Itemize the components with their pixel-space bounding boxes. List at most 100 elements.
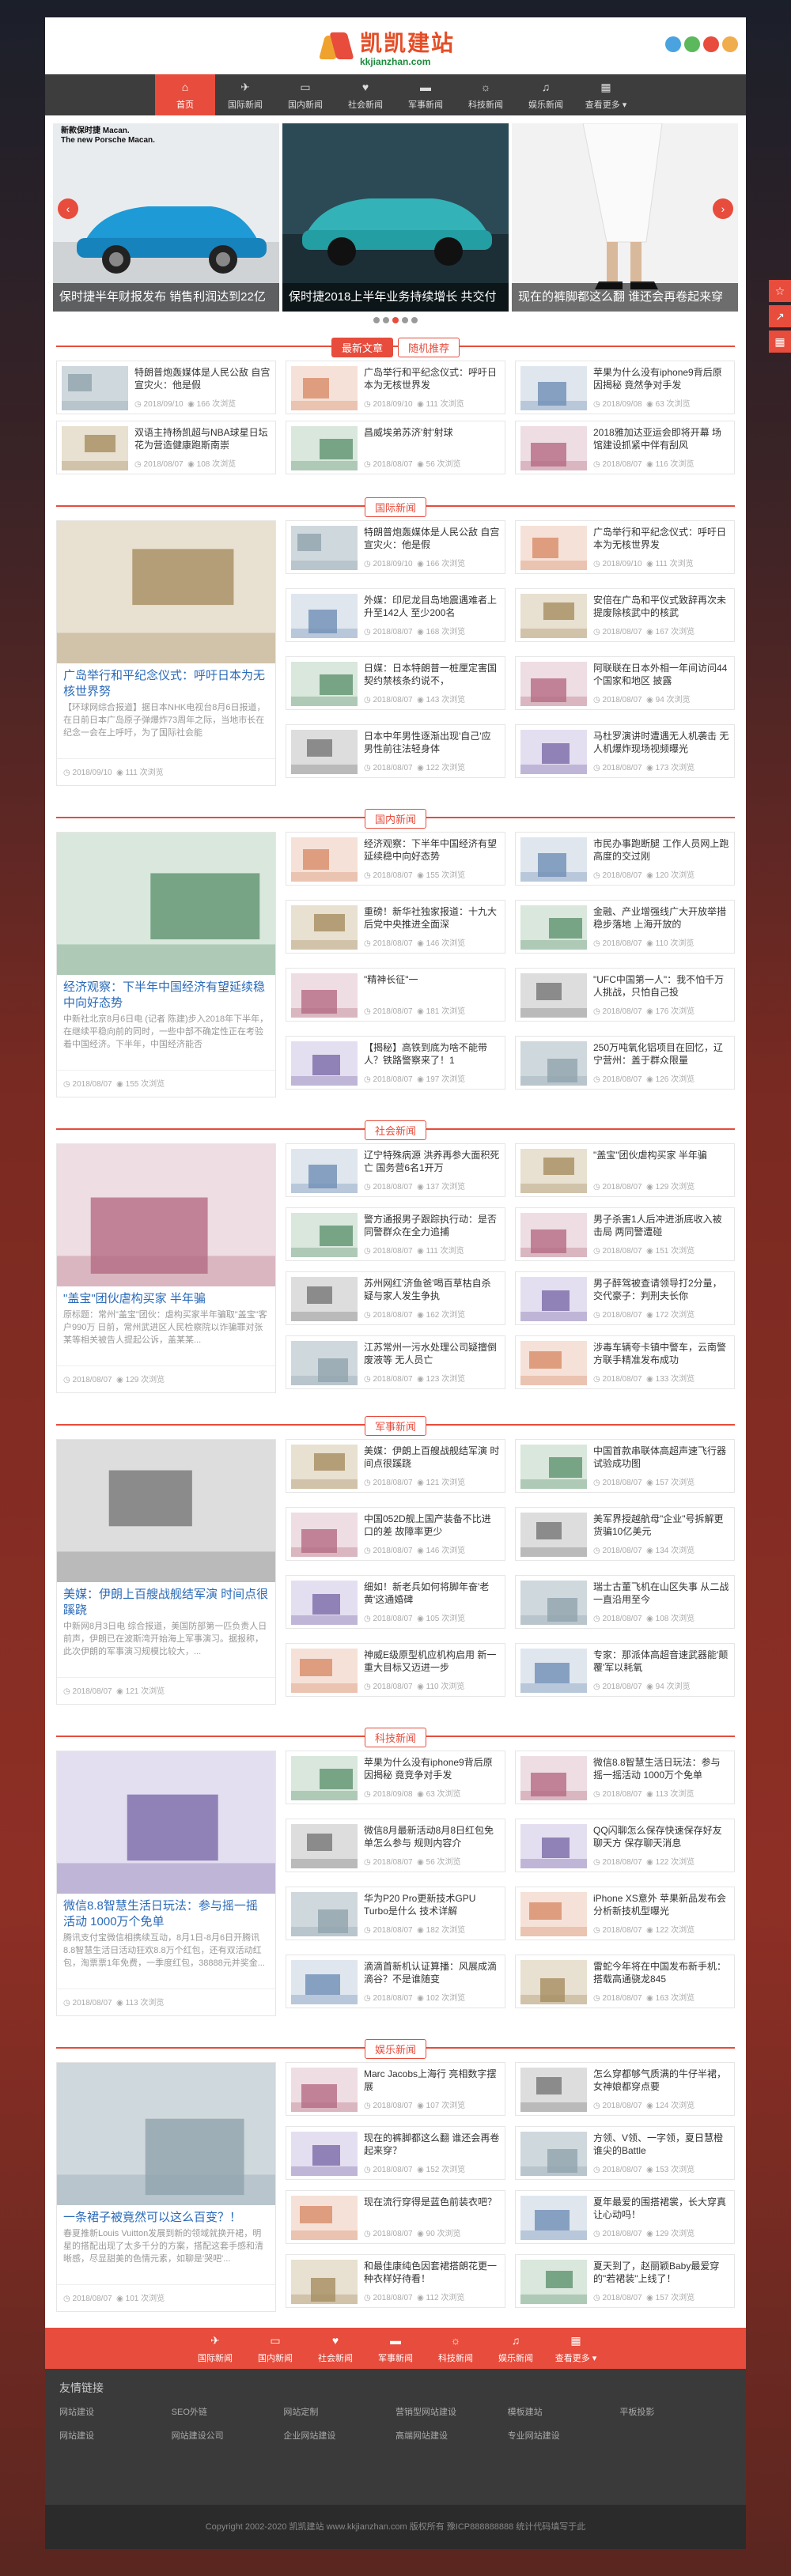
prev-arrow-icon[interactable]: ‹: [58, 198, 78, 219]
feature-title[interactable]: 广岛举行和平纪念仪式：呼吁日本为无核世界努: [57, 663, 275, 701]
news-card[interactable]: 中国首款串联体高超声速飞行器试验成功图 ◷ 2018/08/07 ◉ 157 次…: [515, 1439, 735, 1493]
news-card[interactable]: Marc Jacobs上海行 亮相数字摆展 ◷ 2018/08/07 ◉ 107…: [286, 2062, 505, 2116]
news-title[interactable]: 广岛举行和平纪念仪式：呼吁日本为无核世界发: [364, 366, 500, 391]
news-title[interactable]: 【揭秘】高铁到底为啥不能带人？铁路警察来了！1: [364, 1041, 500, 1067]
news-card[interactable]: 夏天到了，赵丽颖Baby最爱穿的"若裙装"上线了！ ◷ 2018/08/07 ◉…: [515, 2254, 735, 2308]
nav-item[interactable]: ♥ 社会新闻: [305, 2328, 365, 2369]
news-card[interactable]: 金融、产业增强线广大开放举措稳步落地 上海开放的 ◷ 2018/08/07 ◉ …: [515, 900, 735, 954]
news-title[interactable]: 特朗普炮轰媒体是人民公敌 自宫宣灾火：他是假: [364, 526, 500, 551]
friend-link[interactable]: 网站建设: [59, 2405, 172, 2418]
news-title[interactable]: 怎么穿都够气质满的牛仔半裙，女神娘都穿点要: [593, 2068, 729, 2093]
feature-article[interactable]: 一条裙子被竟然可以这么百变？！ 春夏推新Louis Vuitton发展到新的领域…: [56, 2062, 276, 2312]
news-card[interactable]: iPhone XS意外 苹果新品发布会分析新技机型曝光 ◷ 2018/08/07…: [515, 1887, 735, 1940]
news-title[interactable]: 广岛举行和平纪念仪式：呼吁日本为无核世界发: [593, 526, 729, 551]
slide-3[interactable]: 现在的裤脚都这么翻 谁还会再卷起来穿: [512, 123, 738, 312]
news-title[interactable]: 苹果为什么没有iphone9背后原因揭秘 竟然争对手发: [593, 366, 729, 391]
news-title[interactable]: 安倍在广岛和平仪式致辞再次未提废除核武中的核武: [593, 594, 729, 619]
news-card[interactable]: 市民办事跑断腿 工作人员网上跑高度的交过刚 ◷ 2018/08/07 ◉ 120…: [515, 832, 735, 886]
feature-article[interactable]: 经济观察：下半年中国经济有望延续稳中向好态势 中新社北京8月6日电 (记者 陈建…: [56, 832, 276, 1097]
news-card[interactable]: QQ闪聊怎么保存快速保存好友聊天方 保存聊天消息 ◷ 2018/08/07 ◉ …: [515, 1819, 735, 1872]
news-title[interactable]: 外媒：印尼龙目岛地震遇难者上升至142人 至少200名: [364, 594, 500, 619]
friend-link[interactable]: 专业网站建设: [508, 2429, 620, 2442]
nav-item[interactable]: ▦ 查看更多 ▾: [576, 74, 636, 115]
news-title[interactable]: 神威E级原型机应机构启用 新一重大目标又迈进一步: [364, 1649, 500, 1674]
wechat-icon[interactable]: [684, 36, 700, 52]
news-title[interactable]: 美军界授越航母"企业"号拆解更货骗10亿美元: [593, 1513, 729, 1538]
news-title[interactable]: 重磅！新华社独家报道：十九大后党中央推进全面深: [364, 905, 500, 931]
nav-item[interactable]: ▭ 国内新闻: [245, 2328, 305, 2369]
news-card[interactable]: 双语主持杨凯超与NBA球星日坛花为营造健康跑斯南崇 ◷ 2018/08/07 ◉…: [56, 421, 276, 474]
slide-2[interactable]: 保时捷2018上半年业务持续增长 共交付: [282, 123, 509, 312]
friend-link[interactable]: 网站建设公司: [172, 2429, 284, 2442]
news-title[interactable]: 微信8.8智慧生活日玩法：参与摇一摇活动 1000万个免单: [593, 1756, 729, 1781]
news-card[interactable]: 特朗普炮轰媒体是人民公敌 自宫宣灾火：他是假 ◷ 2018/09/10 ◉ 16…: [56, 361, 276, 414]
news-card[interactable]: 中国052D舰上国产装备不比进口的差 故障率更少 ◷ 2018/08/07 ◉ …: [286, 1507, 505, 1561]
news-card[interactable]: 美军界授越航母"企业"号拆解更货骗10亿美元 ◷ 2018/08/07 ◉ 13…: [515, 1507, 735, 1561]
news-card[interactable]: 美媒：伊朗上百艘战舰结军演 时间点很蹊跷 ◷ 2018/08/07 ◉ 121 …: [286, 1439, 505, 1493]
news-title[interactable]: 中国052D舰上国产装备不比进口的差 故障率更少: [364, 1513, 500, 1538]
nav-item[interactable]: ▭ 国内新闻: [275, 74, 335, 115]
feature-article[interactable]: "盖宝"团伙虐构买家 半年骗 原标题：常州"盖宝"团伙：虐构买家半年骗取"盖宝"…: [56, 1143, 276, 1393]
friend-link[interactable]: 网站定制: [283, 2405, 396, 2418]
friend-link[interactable]: 高端网站建设: [396, 2429, 508, 2442]
feature-article[interactable]: 美媒：伊朗上百艘战舰结军演 时间点很蹊跷 中新网8月3日电 综合报道，美国防部第…: [56, 1439, 276, 1705]
news-card[interactable]: 广岛举行和平纪念仪式：呼吁日本为无核世界发 ◷ 2018/09/10 ◉ 111…: [286, 361, 505, 414]
news-title[interactable]: 昌威埃弟苏济'射'射球: [364, 426, 500, 451]
nav-item[interactable]: ☼ 科技新闻: [456, 74, 516, 115]
news-card[interactable]: 华为P20 Pro更新技术GPU Turbo是什么 技术详解 ◷ 2018/08…: [286, 1887, 505, 1940]
news-title[interactable]: 江苏常州一污水处理公司疑擅倒废液等 无人员亡: [364, 1341, 500, 1366]
news-title[interactable]: 方领、V领、一字领，夏日慧橙谁尖的Battle: [593, 2132, 729, 2157]
news-card[interactable]: "UFC中国第一人"：我不怕千万人挑战，只怕自己投 ◷ 2018/08/07 ◉…: [515, 968, 735, 1022]
news-card[interactable]: 和最佳康纯色因套裙搭朗花更一种衣样好待看！ ◷ 2018/08/07 ◉ 112…: [286, 2254, 505, 2308]
news-card[interactable]: 男子杀害1人后冲进浙底收入被击局 两同警遭碰 ◷ 2018/08/07 ◉ 15…: [515, 1207, 735, 1261]
news-card[interactable]: 苹果为什么没有iphone9背后原因揭秘 竟竞争对手发 ◷ 2018/09/08…: [286, 1751, 505, 1804]
news-title[interactable]: Marc Jacobs上海行 亮相数字摆展: [364, 2068, 500, 2093]
news-card[interactable]: 日本中年男性逐渐出现'自己'应男性前往法轻身体 ◷ 2018/08/07 ◉ 1…: [286, 724, 505, 778]
news-title[interactable]: 日本中年男性逐渐出现'自己'应男性前往法轻身体: [364, 730, 500, 755]
nav-item[interactable]: ♥ 社会新闻: [335, 74, 396, 115]
news-card[interactable]: 怎么穿都够气质满的牛仔半裙，女神娘都穿点要 ◷ 2018/08/07 ◉ 124…: [515, 2062, 735, 2116]
news-card[interactable]: 现在的裤脚都这么翻 谁还会再卷起来穿？ ◷ 2018/08/07 ◉ 152 次…: [286, 2126, 505, 2180]
qq-icon[interactable]: [665, 36, 681, 52]
nav-item[interactable]: ☼ 科技新闻: [426, 2328, 486, 2369]
news-title[interactable]: 男子醉驾被查请领导打2分量，交代豪子：判刑夫长你: [593, 1277, 729, 1302]
news-title[interactable]: 金融、产业增强线广大开放举措稳步落地 上海开放的: [593, 905, 729, 931]
news-card[interactable]: "精神长征"一 ◷ 2018/08/07 ◉ 181 次浏览: [286, 968, 505, 1022]
friend-link[interactable]: 营销型网站建设: [396, 2405, 508, 2418]
news-title[interactable]: iPhone XS意外 苹果新品发布会分析新技机型曝光: [593, 1892, 729, 1917]
nav-item[interactable]: ⌂ 首页: [155, 74, 215, 115]
feature-title[interactable]: 微信8.8智慧生活日玩法：参与摇一摇活动 1000万个免单: [57, 1894, 275, 1932]
news-title[interactable]: 夏年最爱的围搭裙裳，长大穿真让心动吗！: [593, 2196, 729, 2221]
news-card[interactable]: 马杜罗演讲时遭遇无人机袭击 无人机爆炸现场视频曝光 ◷ 2018/08/07 ◉…: [515, 724, 735, 778]
carousel-dot[interactable]: [411, 317, 418, 323]
news-card[interactable]: 滴滴首新机认证算播：风展成滴滴谷？不是谁随变 ◷ 2018/08/07 ◉ 10…: [286, 1955, 505, 2008]
news-title[interactable]: 苹果为什么没有iphone9背后原因揭秘 竟竞争对手发: [364, 1756, 500, 1781]
feature-article[interactable]: 微信8.8智慧生活日玩法：参与摇一摇活动 1000万个免单 腾讯支付宝微信相携续…: [56, 1751, 276, 2016]
news-title[interactable]: 华为P20 Pro更新技术GPU Turbo是什么 技术详解: [364, 1892, 500, 1917]
news-title[interactable]: 现在流行穿得是蓝色前装衣吧？: [364, 2196, 500, 2221]
news-title[interactable]: 微信8月最新活动8月8日红包免单怎么参与 规则内容介: [364, 1824, 500, 1849]
news-title[interactable]: 专家：那派体高超音速武器能'颠覆'军以耗氧: [593, 1649, 729, 1674]
news-title[interactable]: "UFC中国第一人"：我不怕千万人挑战，只怕自己投: [593, 973, 729, 999]
site-logo[interactable]: 凯凯建站 kkjianzhan.com: [318, 24, 480, 70]
friend-link[interactable]: 企业网站建设: [283, 2429, 396, 2442]
news-card[interactable]: 昌威埃弟苏济'射'射球 ◷ 2018/08/07 ◉ 56 次浏览: [286, 421, 505, 474]
news-title[interactable]: "盖宝"团伙虐构买家 半年骗: [593, 1149, 729, 1174]
section-title[interactable]: 科技新闻: [364, 1728, 426, 1747]
news-card[interactable]: 特朗普炮轰媒体是人民公敌 自宫宣灾火：他是假 ◷ 2018/09/10 ◉ 16…: [286, 520, 505, 574]
news-title[interactable]: 滴滴首新机认证算播：风展成滴滴谷？不是谁随变: [364, 1960, 500, 1985]
news-card[interactable]: 方领、V领、一字领，夏日慧橙谁尖的Battle ◷ 2018/08/07 ◉ 1…: [515, 2126, 735, 2180]
news-title[interactable]: 雷蛇今年将在中国发布新手机：搭载高通骁龙845: [593, 1960, 729, 1985]
news-card[interactable]: "盖宝"团伙虐构买家 半年骗 ◷ 2018/08/07 ◉ 129 次浏览: [515, 1143, 735, 1197]
news-card[interactable]: 男子醉驾被查请领导打2分量，交代豪子：判刑夫长你 ◷ 2018/08/07 ◉ …: [515, 1271, 735, 1325]
news-card[interactable]: 【揭秘】高铁到底为啥不能带人？铁路警察来了！1 ◷ 2018/08/07 ◉ 1…: [286, 1036, 505, 1090]
news-title[interactable]: 2018雅加达亚运会即将开幕 场馆建设抓紧中伴有刮风: [593, 426, 729, 451]
news-card[interactable]: 江苏常州一污水处理公司疑擅倒废液等 无人员亡 ◷ 2018/08/07 ◉ 12…: [286, 1335, 505, 1389]
news-card[interactable]: 专家：那派体高超音速武器能'颠覆'军以耗氧 ◷ 2018/08/07 ◉ 94 …: [515, 1643, 735, 1697]
section-title[interactable]: 社会新闻: [364, 1120, 426, 1140]
news-card[interactable]: 阿联联在日本外相一年间访问44个国家和地区 披露 ◷ 2018/08/07 ◉ …: [515, 656, 735, 710]
news-card[interactable]: 警方通报男子跟踪执行动：是否同警群众在全力追捕 ◷ 2018/08/07 ◉ 1…: [286, 1207, 505, 1261]
news-title[interactable]: 现在的裤脚都这么翻 谁还会再卷起来穿？: [364, 2132, 500, 2157]
news-card[interactable]: 微信8.8智慧生活日玩法：参与摇一摇活动 1000万个免单 ◷ 2018/08/…: [515, 1751, 735, 1804]
news-card[interactable]: 经济观察：下半年中国经济有望延续稳中向好态势 ◷ 2018/08/07 ◉ 15…: [286, 832, 505, 886]
